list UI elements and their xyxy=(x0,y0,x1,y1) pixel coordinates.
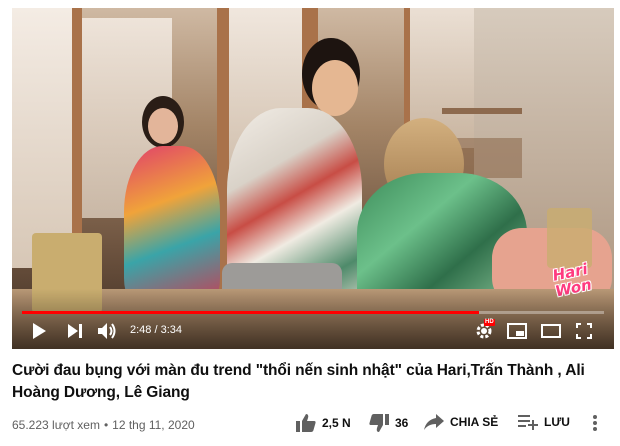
share-icon xyxy=(424,414,444,430)
fullscreen-icon xyxy=(576,323,592,339)
miniplayer-button[interactable] xyxy=(504,319,530,343)
play-button[interactable] xyxy=(28,319,50,343)
volume-button[interactable] xyxy=(96,319,120,343)
progress-bar[interactable] xyxy=(22,311,604,314)
duration: 3:34 xyxy=(160,324,183,336)
playlist-add-icon xyxy=(518,414,538,430)
thumbs-up-icon xyxy=(296,414,316,432)
theater-icon xyxy=(541,324,561,338)
miniplayer-icon xyxy=(507,323,527,339)
video-meta: 65.223 lượt xem • 12 thg 11, 2020 xyxy=(12,418,195,432)
upload-date: 12 thg 11, 2020 xyxy=(112,418,195,432)
save-label: LƯU xyxy=(544,415,570,429)
theater-button[interactable] xyxy=(538,319,564,343)
more-actions-button[interactable] xyxy=(592,414,598,432)
thumbs-down-icon xyxy=(369,414,389,432)
next-button[interactable] xyxy=(64,319,86,343)
video-title: Cười đau bụng với màn đu trend "thổi nến… xyxy=(12,362,585,401)
volume-icon xyxy=(98,322,118,340)
time-display: 2:48 / 3:34 xyxy=(130,324,183,336)
meta-separator: • xyxy=(103,418,109,432)
progress-fill xyxy=(22,311,479,314)
like-button[interactable]: 2,5 N xyxy=(296,414,351,432)
settings-button[interactable]: HD xyxy=(472,319,496,343)
play-icon xyxy=(32,323,46,339)
current-time: 2:48 xyxy=(130,324,152,336)
dislike-count: 36 xyxy=(395,416,409,430)
settings-icon: HD xyxy=(475,319,495,340)
next-icon xyxy=(68,324,82,338)
save-button[interactable]: LƯU xyxy=(518,414,570,430)
hd-badge: HD xyxy=(484,319,495,326)
dislike-button[interactable]: 36 xyxy=(369,414,408,432)
share-label: CHIA SẺ xyxy=(450,415,499,429)
share-button[interactable]: CHIA SẺ xyxy=(424,414,498,430)
like-count: 2,5 N xyxy=(322,416,351,430)
video-player[interactable]: Hari Won 2:48 / 3:34 HD xyxy=(12,8,614,349)
view-count: 65.223 lượt xem xyxy=(12,418,100,432)
fullscreen-button[interactable] xyxy=(572,319,596,343)
more-icon xyxy=(592,414,598,432)
